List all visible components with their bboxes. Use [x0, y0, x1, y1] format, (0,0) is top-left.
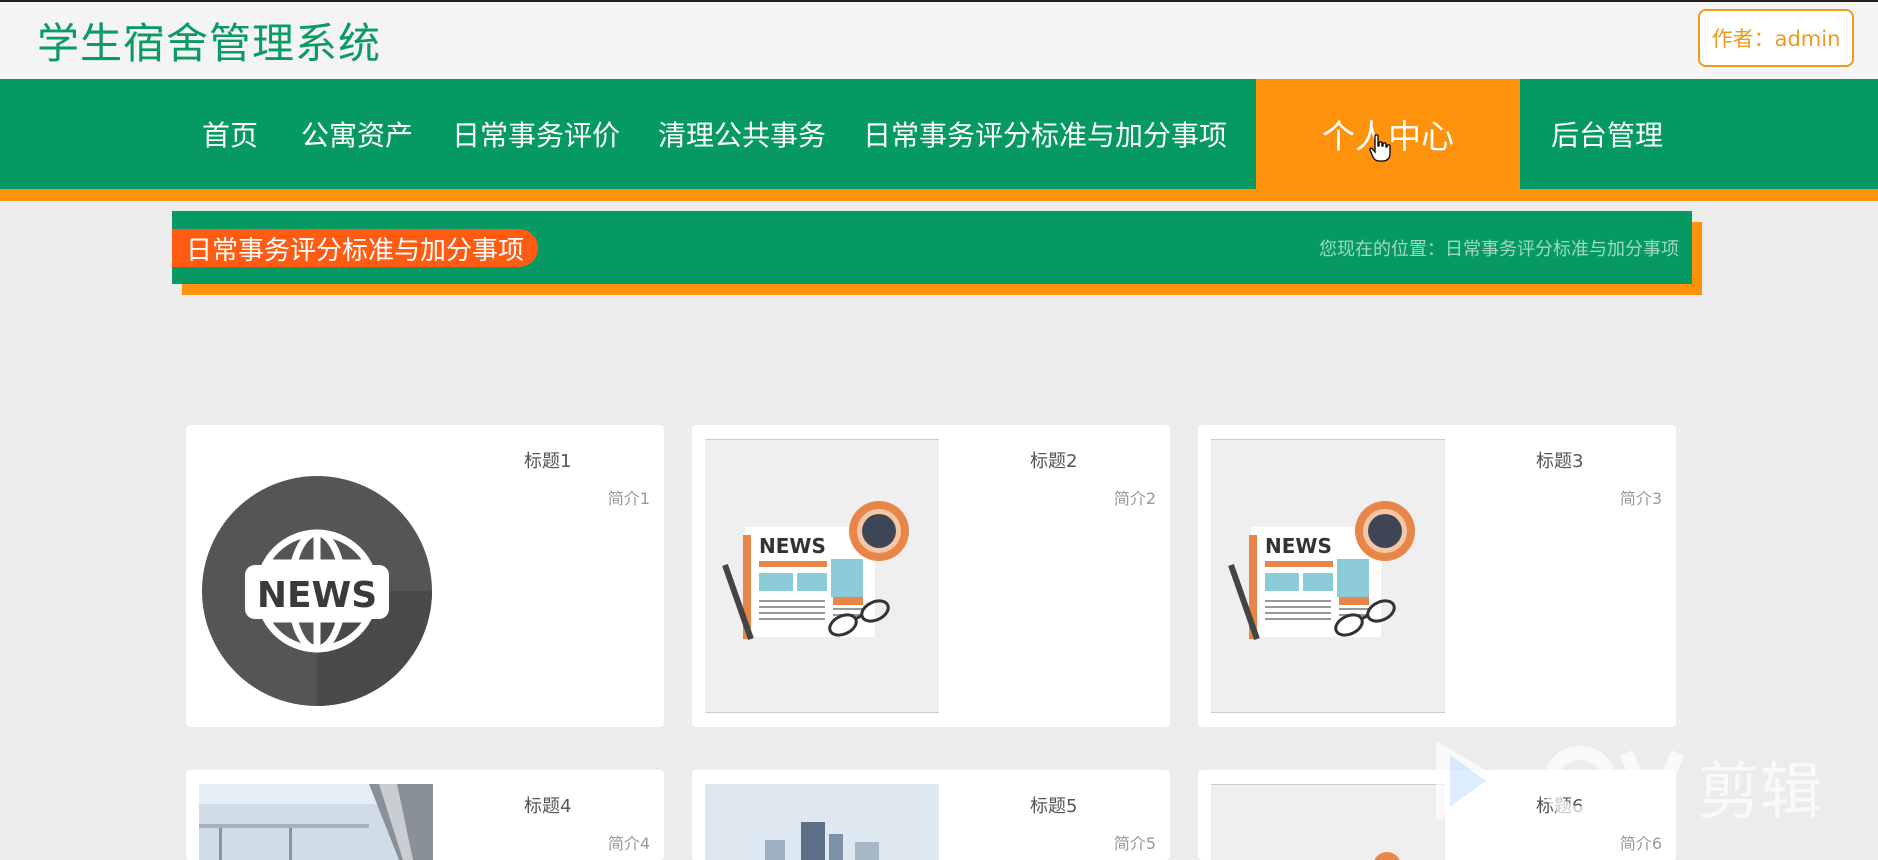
news-card[interactable]: 标题5 简介5 [692, 770, 1170, 860]
card-thumbnail: NEWS [199, 439, 433, 713]
hand-cursor-icon [1369, 134, 1391, 162]
svg-text:NEWS: NEWS [759, 534, 826, 558]
nav-item-apartment-assets[interactable]: 公寓资产 [296, 79, 418, 189]
card-thumbnail: NEWS [705, 439, 939, 713]
news-card[interactable]: NEWS 标题3 简介3 [1198, 425, 1676, 727]
card-title: 标题2 [1030, 451, 1078, 472]
city-photo [705, 784, 939, 860]
nav-item-admin[interactable]: 后台管理 [1538, 79, 1676, 189]
breadcrumb: 日常事务评分标准与加分事项 您现在的位置：日常事务评分标准与加分事项 [172, 211, 1692, 284]
svg-text:NEWS: NEWS [1265, 534, 1332, 558]
news-card[interactable]: 标题6 简介6 [1198, 770, 1676, 860]
nav-item-scoring-standards[interactable]: 日常事务评分标准与加分事项 [862, 79, 1228, 189]
card-thumbnail: NEWS [1211, 439, 1445, 713]
card-description: 简介1 [607, 489, 650, 508]
app-title: 学生宿舍管理系统 [37, 19, 382, 68]
card-thumbnail [199, 784, 433, 860]
main-nav: 首页 公寓资产 日常事务评价 清理公共事务 日常事务评分标准与加分事项 个人中心… [0, 79, 1878, 189]
card-title: 标题5 [1030, 796, 1078, 817]
card-title: 标题6 [1536, 796, 1584, 817]
card-title: 标题1 [524, 451, 572, 472]
newspaper-illustration: NEWS [1211, 439, 1445, 713]
nav-item-home[interactable]: 首页 [186, 79, 274, 189]
card-description: 简介5 [1113, 834, 1156, 853]
card-title: 标题3 [1536, 451, 1584, 472]
nav-item-public-affairs[interactable]: 清理公共事务 [652, 79, 832, 189]
card-description: 简介2 [1113, 489, 1156, 508]
orange-illustration [1211, 784, 1445, 860]
nav-item-daily-evaluation[interactable]: 日常事务评价 [448, 79, 624, 189]
news-card[interactable]: NEWS 标题1 简介1 [186, 425, 664, 727]
nav-accent-stripe [0, 189, 1878, 201]
author-button[interactable]: 作者：admin [1698, 9, 1854, 67]
building-photo [199, 784, 433, 860]
top-header: 学生宿舍管理系统 作者：admin [0, 0, 1878, 79]
breadcrumb-location: 您现在的位置：日常事务评分标准与加分事项 [1319, 239, 1679, 260]
svg-text:NEWS: NEWS [257, 575, 377, 616]
card-description: 简介6 [1619, 834, 1662, 853]
card-title: 标题4 [524, 796, 572, 817]
card-description: 简介4 [607, 834, 650, 853]
card-description: 简介3 [1619, 489, 1662, 508]
watermark-text: 剪辑 [1698, 755, 1822, 828]
card-thumbnail [705, 784, 939, 860]
news-card[interactable]: 标题4 简介4 [186, 770, 664, 860]
card-thumbnail [1211, 784, 1445, 860]
news-globe-icon: NEWS [199, 439, 433, 713]
newspaper-illustration: NEWS [705, 439, 939, 713]
section-title: 日常事务评分标准与加分事项 [172, 229, 539, 267]
news-card[interactable]: NEWS 标题2 简介2 [692, 425, 1170, 727]
